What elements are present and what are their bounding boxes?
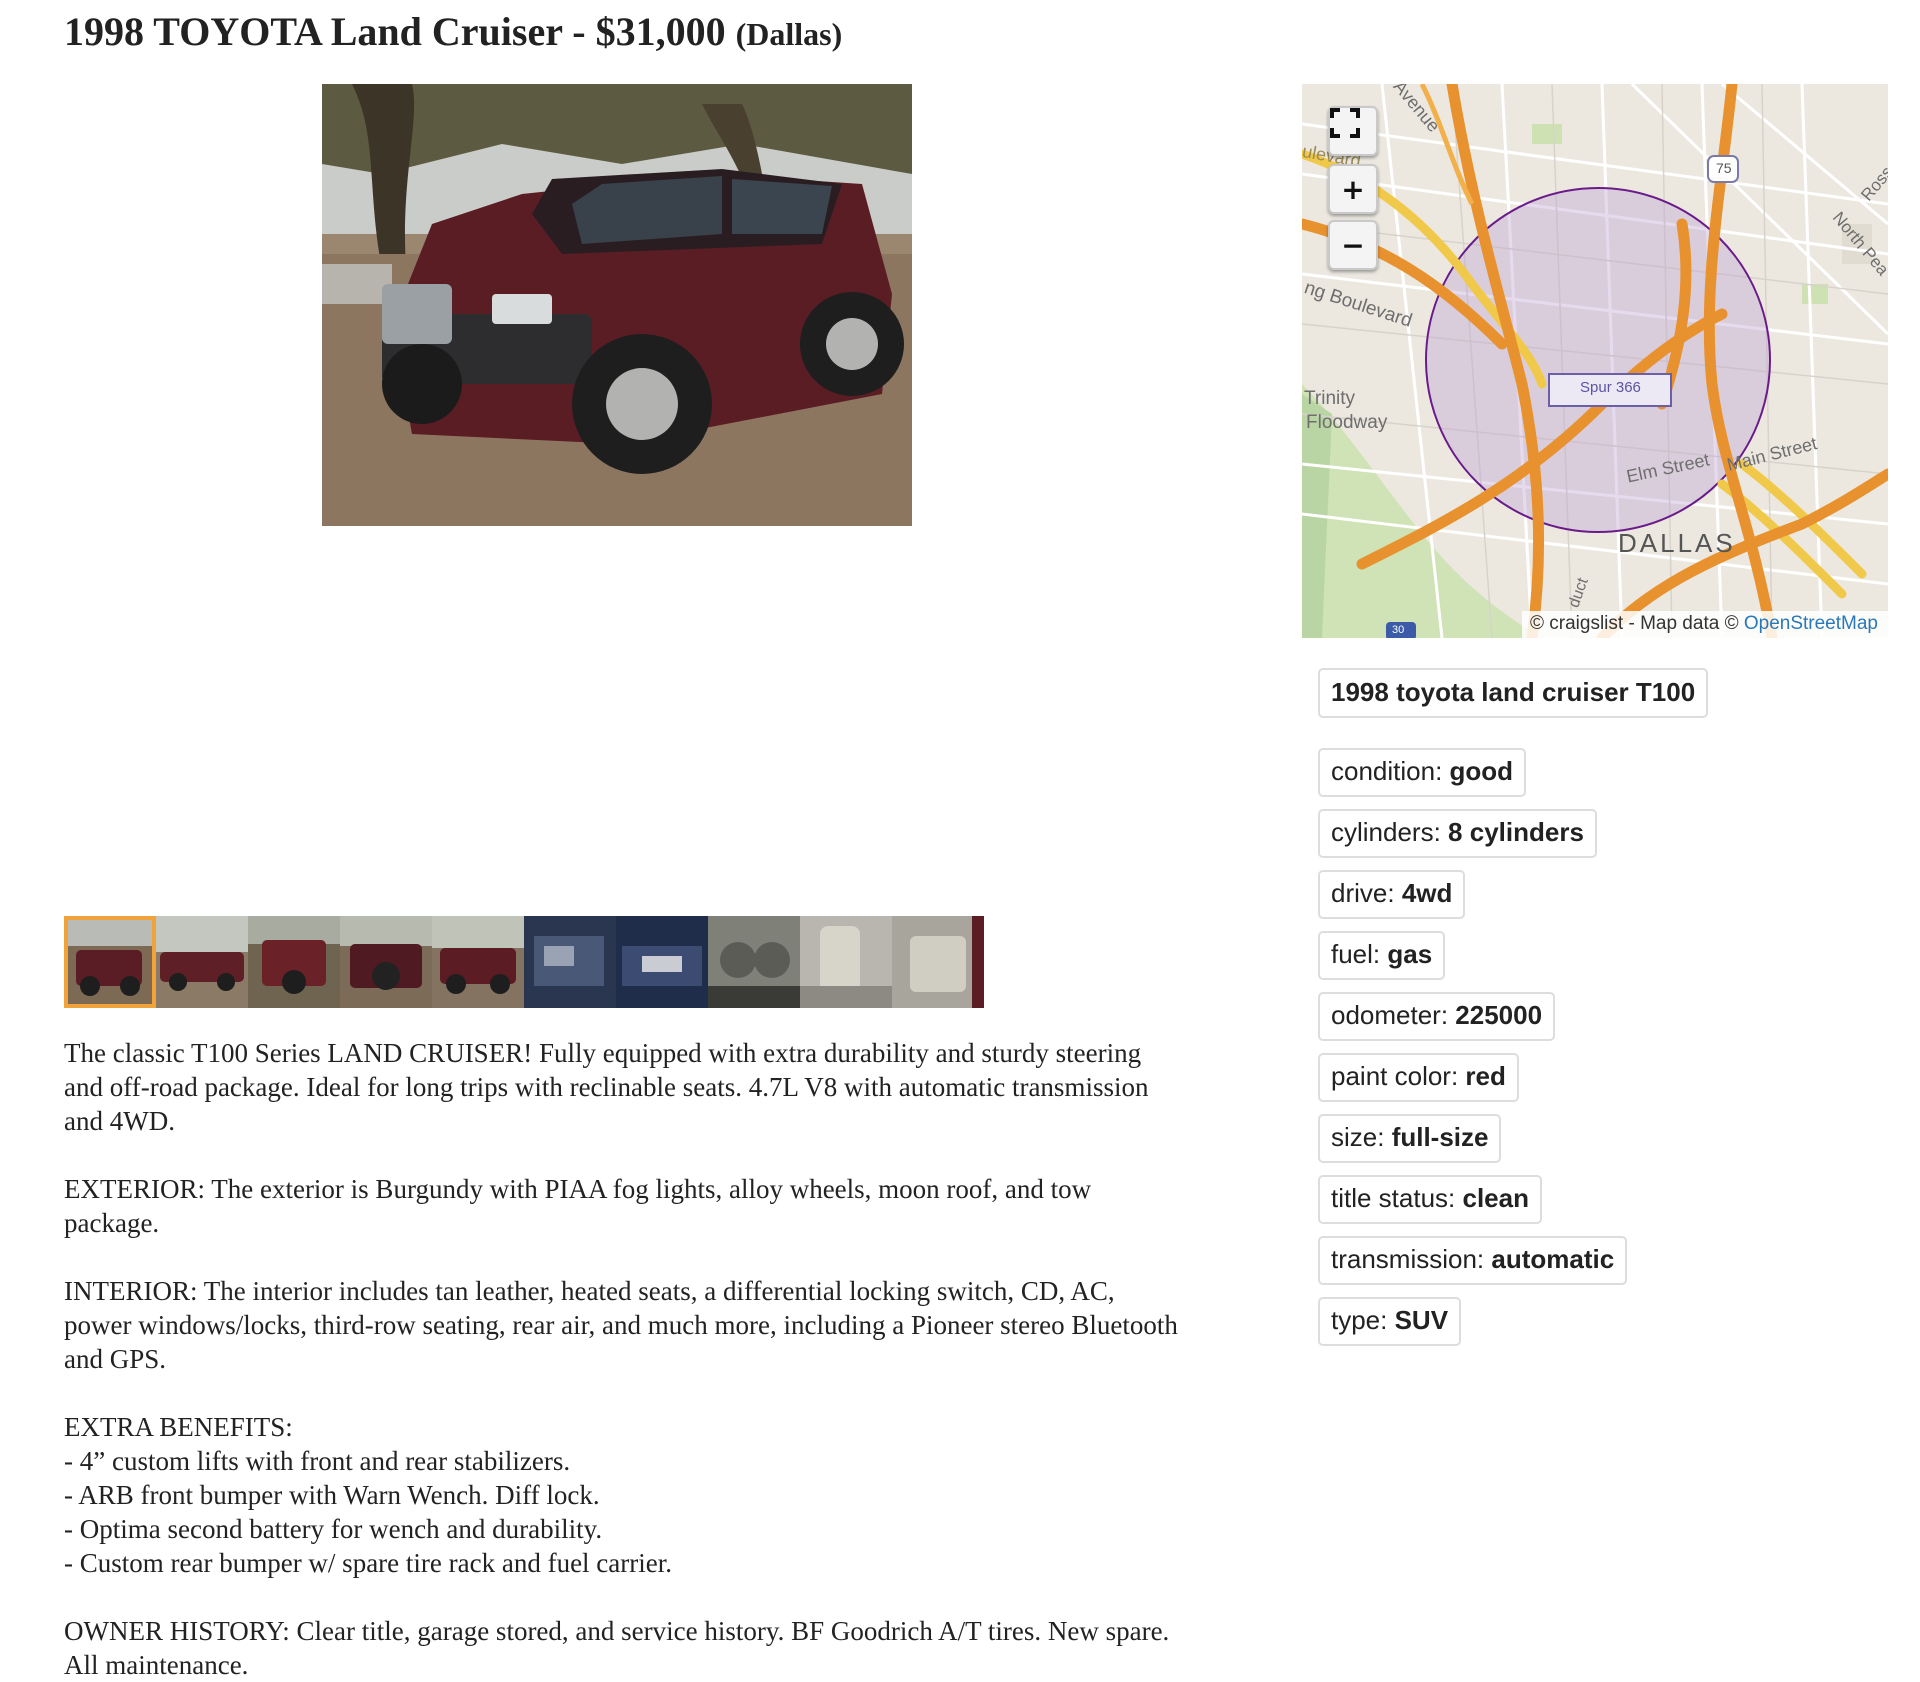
attr-type: type: SUV <box>1318 1297 1462 1346</box>
attr-label: transmission: <box>1331 1244 1492 1274</box>
main-photo[interactable] <box>322 84 912 526</box>
attr-label: type: <box>1331 1305 1395 1335</box>
thumbnail-1[interactable] <box>64 916 156 1008</box>
attr-fuel: fuel: gas <box>1318 931 1446 980</box>
thumbnail-3[interactable] <box>248 916 340 1008</box>
vehicle-name-badge: 1998 toyota land cruiser T100 <box>1318 668 1709 718</box>
body-line: EXTERIOR: The exterior is Burgundy with … <box>64 1174 1092 1204</box>
attr-value[interactable]: 4wd <box>1402 878 1453 908</box>
attr-value[interactable]: full-size <box>1392 1122 1489 1152</box>
body-line: - Optima second battery for wench and du… <box>64 1514 603 1544</box>
body-line: - 4” custom lifts with front and rear st… <box>64 1446 571 1476</box>
body-line: package. <box>64 1208 160 1238</box>
body-line: EXTRA BENEFITS: <box>64 1412 293 1442</box>
map-tiles <box>1302 84 1888 638</box>
thumbnail-8[interactable] <box>708 916 800 1008</box>
thumbnail-2[interactable] <box>156 916 248 1008</box>
attr-value[interactable]: clean <box>1463 1183 1530 1213</box>
attribute-groups: 1998 toyota land cruiser T100 condition:… <box>1318 668 1878 1346</box>
posting-location: (Dallas) <box>735 16 843 52</box>
posting-title-text: 1998 TOYOTA Land Cruiser - $31,000 <box>64 9 726 54</box>
thumbnail-9[interactable] <box>800 916 892 1008</box>
map-zoom-in-button[interactable]: + <box>1328 164 1378 214</box>
attribute-list: condition: good cylinders: 8 cylinders d… <box>1318 748 1878 1346</box>
attr-value[interactable]: good <box>1450 756 1514 786</box>
location-map[interactable]: Avenue ulevard ng Boulevard Trinity Floo… <box>1302 84 1888 638</box>
attr-label: size: <box>1331 1122 1392 1152</box>
map-attribution: © craigslist - Map data © OpenStreetMap <box>1522 611 1888 638</box>
thumbnail-10[interactable] <box>892 916 984 1008</box>
attr-paint-color: paint color: red <box>1318 1053 1519 1102</box>
attr-label: fuel: <box>1331 939 1388 969</box>
attr-label: title status: <box>1331 1183 1463 1213</box>
attr-label: odometer: <box>1331 1000 1456 1030</box>
map-label-spur: Spur 366 <box>1580 379 1641 396</box>
attr-title-status: title status: clean <box>1318 1175 1542 1224</box>
posting-body: The classic T100 Series LAND CRUISER! Fu… <box>64 1036 1294 1682</box>
attr-label: condition: <box>1331 756 1450 786</box>
thumbnail-4[interactable] <box>340 916 432 1008</box>
body-line: OWNER HISTORY: Clear title, garage store… <box>64 1616 1170 1646</box>
thumbnail-strip <box>64 916 984 1008</box>
attr-cylinders: cylinders: 8 cylinders <box>1318 809 1597 858</box>
body-line: and off-road package. Ideal for long tri… <box>64 1072 1149 1102</box>
map-fullscreen-button[interactable] <box>1328 106 1378 156</box>
body-line: INTERIOR: The interior includes tan leat… <box>64 1276 1115 1306</box>
attr-value[interactable]: automatic <box>1491 1244 1614 1274</box>
body-line: power windows/locks, third-row seating, … <box>64 1310 1178 1340</box>
map-shield-75: 75 <box>1716 160 1732 176</box>
attr-value[interactable]: 8 cylinders <box>1448 817 1584 847</box>
body-line: and 4WD. <box>64 1106 175 1136</box>
attr-value[interactable]: SUV <box>1395 1305 1448 1335</box>
body-line: - ARB front bumper with Warn Wench. Diff… <box>64 1480 600 1510</box>
attr-condition: condition: good <box>1318 748 1527 797</box>
attr-size: size: full-size <box>1318 1114 1502 1163</box>
attr-transmission: transmission: automatic <box>1318 1236 1628 1285</box>
attr-label: paint color: <box>1331 1061 1466 1091</box>
body-line: and GPS. <box>64 1344 167 1374</box>
fullscreen-icon <box>1330 108 1360 138</box>
osm-link[interactable]: OpenStreetMap <box>1744 613 1878 634</box>
body-line: All maintenance. <box>64 1650 249 1680</box>
attr-odometer: odometer: 225000 <box>1318 992 1556 1041</box>
body-line: - Custom rear bumper w/ spare tire rack … <box>64 1548 672 1578</box>
map-label-dallas: DALLAS <box>1618 528 1736 558</box>
map-label-trinity: Trinity <box>1304 388 1356 409</box>
attr-label: cylinders: <box>1331 817 1449 847</box>
attr-value[interactable]: gas <box>1387 939 1432 969</box>
body-line: The classic T100 Series LAND CRUISER! Fu… <box>64 1038 1142 1068</box>
posting-title: 1998 TOYOTA Land Cruiser - $31,000 (Dall… <box>64 8 842 55</box>
attr-value: 225000 <box>1455 1000 1543 1030</box>
thumbnail-5[interactable] <box>432 916 524 1008</box>
thumbnail-7[interactable] <box>616 916 708 1008</box>
attr-label: drive: <box>1331 878 1402 908</box>
map-attribution-text: © craigslist - Map data © <box>1530 613 1739 634</box>
map-shield-30: 30 <box>1392 624 1405 636</box>
map-label-floodway: Floodway <box>1306 412 1388 433</box>
attr-value[interactable]: red <box>1465 1061 1505 1091</box>
map-zoom-out-button[interactable]: − <box>1328 220 1378 270</box>
attr-drive: drive: 4wd <box>1318 870 1466 919</box>
thumbnail-6[interactable] <box>524 916 616 1008</box>
